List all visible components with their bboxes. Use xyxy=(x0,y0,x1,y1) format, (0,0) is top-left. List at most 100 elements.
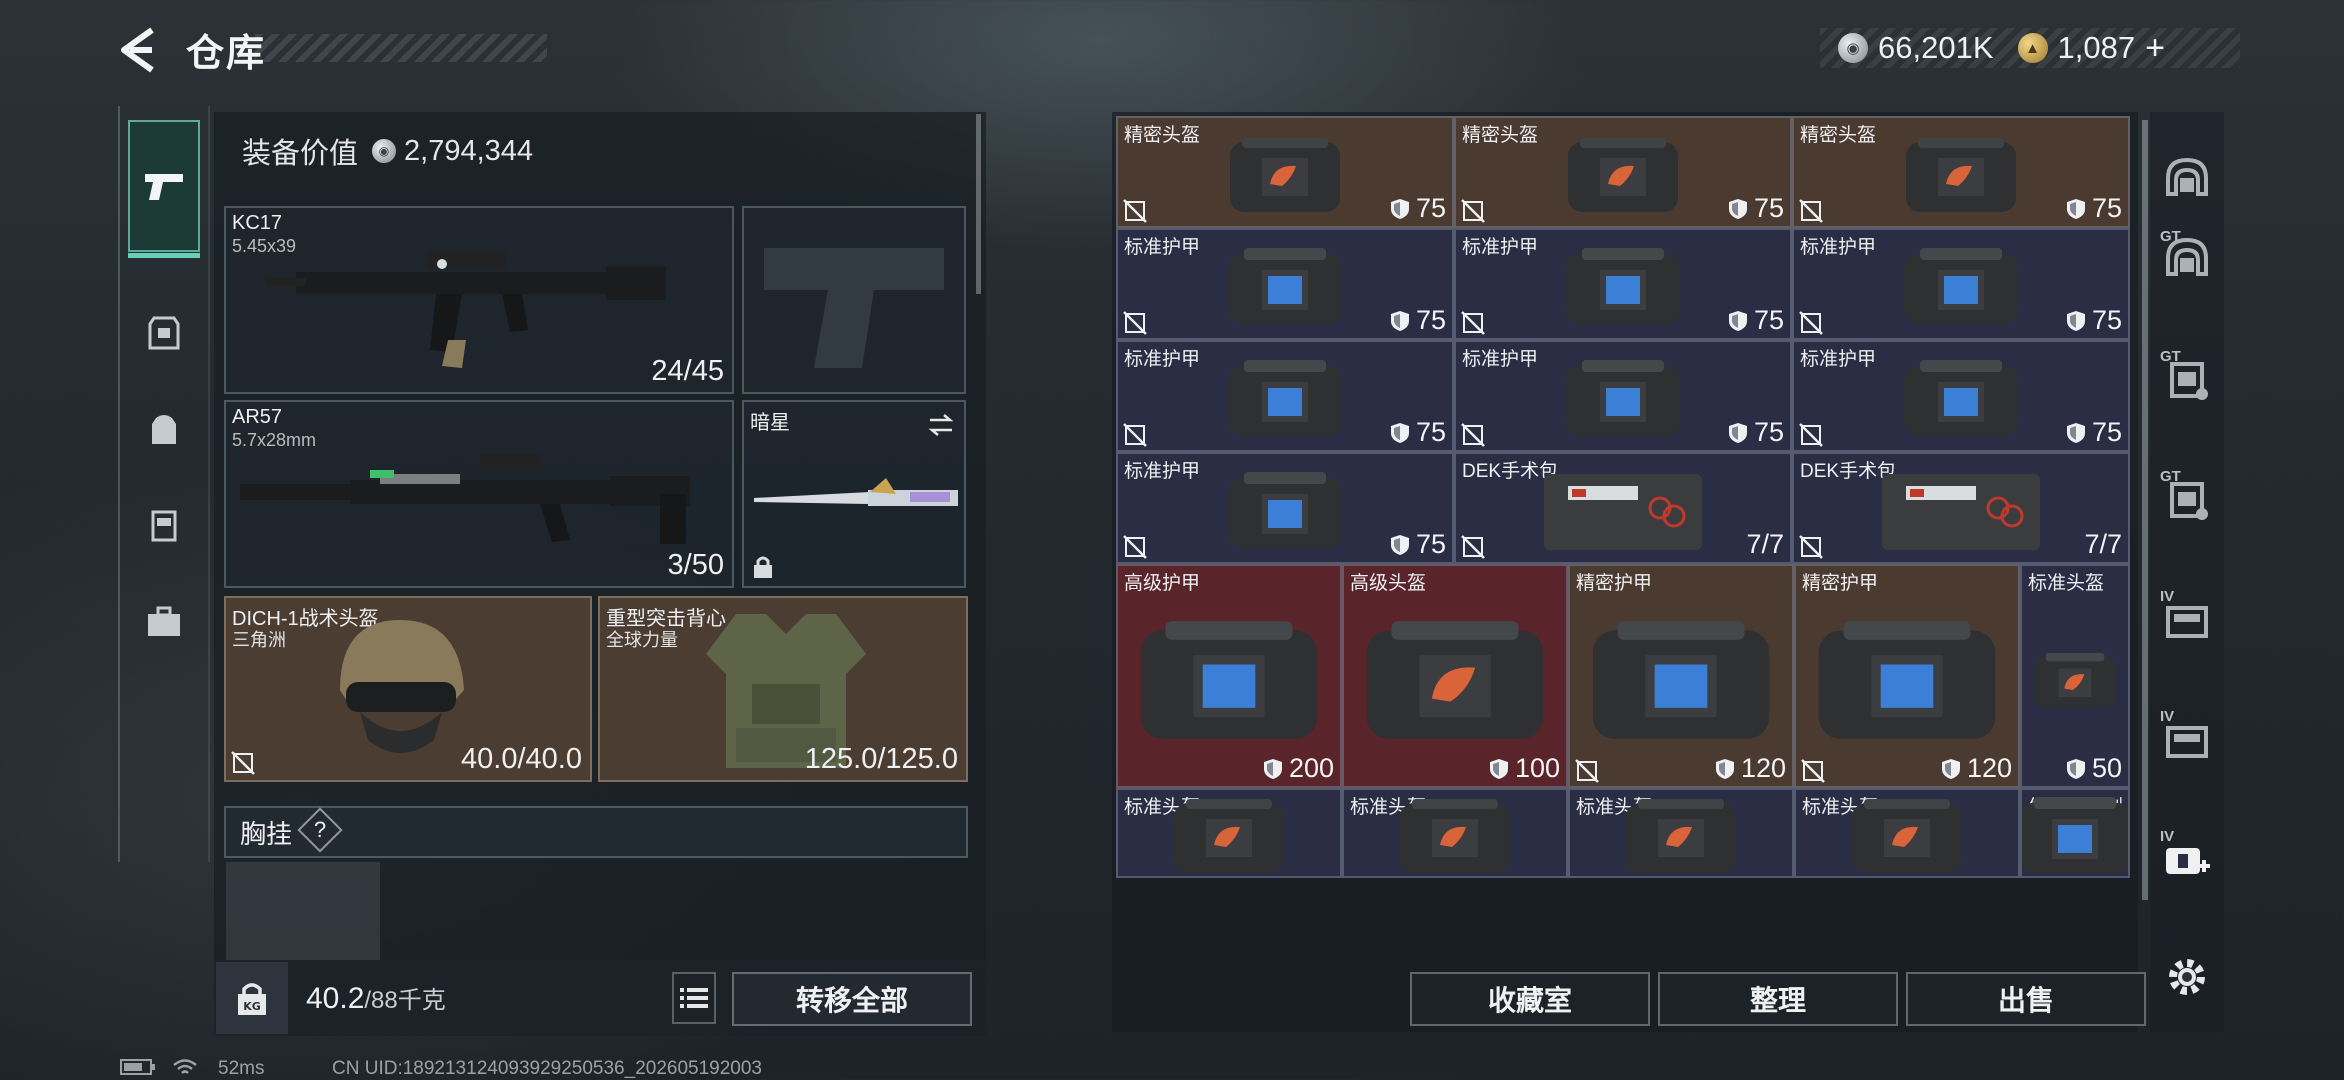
back-button[interactable] xyxy=(112,22,168,78)
wifi-icon xyxy=(172,1058,198,1080)
inventory-item[interactable]: 标准头盔 xyxy=(1568,788,1794,878)
armor-class-icon xyxy=(1728,310,1747,331)
uid-text: CN UID:189213124093929250536_20260519200… xyxy=(332,1058,762,1079)
item-value-text: 50 xyxy=(2091,753,2122,783)
item-value-text: 75 xyxy=(1415,305,1446,335)
helmet-case-image xyxy=(2034,653,2116,708)
inventory-item[interactable]: 标准护甲 75 xyxy=(1792,228,2130,340)
secondary-weapon-slot[interactable]: AR57 5.7x28mm 3/50 xyxy=(224,400,734,588)
list-view-button[interactable] xyxy=(672,972,716,1024)
inventory-item[interactable]: DEK手术包7/7 xyxy=(1792,452,2130,564)
melee-slot[interactable]: 暗星 xyxy=(742,400,966,588)
inventory-item[interactable]: 标准护甲 75 xyxy=(1116,228,1454,340)
armor-case-image xyxy=(1140,621,1318,740)
filter-armor-button[interactable]: GT xyxy=(2154,466,2220,532)
sell-button[interactable]: 出售 xyxy=(1906,972,2146,1026)
no-trade-icon xyxy=(1461,199,1485,223)
item-value-text: 75 xyxy=(2091,193,2122,223)
capacity-lock-button[interactable]: KG xyxy=(216,962,288,1034)
no-trade-icon xyxy=(231,751,255,775)
item-name: 精密护甲 xyxy=(1576,573,1653,594)
inventory-item[interactable]: 高级头盔 100 xyxy=(1342,564,1568,788)
equipment-value: 装备价值 ◉ 2,794,344 xyxy=(242,130,533,172)
inventory-item[interactable]: 标准头盔 xyxy=(1342,788,1568,878)
inventory-item[interactable]: 精密头盔 75 xyxy=(1116,116,1454,228)
collection-button[interactable]: 收藏室 xyxy=(1410,972,1650,1026)
swap-icon[interactable] xyxy=(926,412,956,438)
backpack-icon xyxy=(152,415,176,444)
inventory-item[interactable]: 标准护甲 75 xyxy=(1792,340,2130,452)
armor-class-icon xyxy=(1941,758,1960,779)
equipment-value-label: 装备价值 xyxy=(242,138,359,170)
item-value: 7/7 xyxy=(2084,529,2122,560)
inventory-item[interactable]: 精密护甲 120 xyxy=(1568,564,1794,788)
item-value-text: 120 xyxy=(1966,753,2012,783)
silver-amount: 66,201K xyxy=(1878,30,1994,65)
tab-firearm[interactable] xyxy=(128,120,200,258)
inventory-item[interactable]: 标准头盔 xyxy=(1116,788,1342,878)
transfer-all-button[interactable]: 转移全部 xyxy=(732,972,972,1026)
inventory-item[interactable]: 标准头盔 50 xyxy=(2020,564,2130,788)
no-trade-icon xyxy=(1461,423,1485,447)
item-name: 高级护甲 xyxy=(1124,573,1201,594)
help-icon[interactable]: ? xyxy=(304,814,336,846)
item-name: 标准护甲 xyxy=(1800,237,1877,258)
inventory-item[interactable]: 标准护甲 75 xyxy=(1454,228,1792,340)
sort-button[interactable]: 整理 xyxy=(1658,972,1898,1026)
inventory-item[interactable]: 精密护甲 120 xyxy=(1794,564,2020,788)
surgery-kit-image xyxy=(1882,474,2040,551)
tab-armor[interactable] xyxy=(128,298,200,370)
filter-case-button[interactable]: IV xyxy=(2154,586,2220,652)
inventory-item[interactable]: 标准护甲 75 xyxy=(1116,452,1454,564)
item-name: 标准护甲 xyxy=(1124,461,1201,482)
inventory-item[interactable]: 标准护甲 75 xyxy=(1454,340,1792,452)
tab-backpack[interactable] xyxy=(128,394,200,466)
armor-class-icon xyxy=(1728,422,1747,443)
weapon-name: AR57 xyxy=(232,406,283,428)
armor-class-icon xyxy=(2066,758,2085,779)
filter-armor-button[interactable]: GT xyxy=(2154,346,2220,412)
no-trade-icon xyxy=(1461,535,1485,559)
item-name: 标准头盔 xyxy=(2028,573,2105,594)
filter-helmet-button[interactable] xyxy=(2154,146,2220,212)
equipment-value-amount: 2,794,344 xyxy=(404,134,534,167)
no-trade-icon xyxy=(1461,311,1485,335)
filter-helmet-button[interactable]: GT xyxy=(2154,226,2220,292)
inventory-item[interactable]: 精密头盔 75 xyxy=(1792,116,2130,228)
rifle-image xyxy=(266,252,666,368)
filter-medkit-button[interactable]: IV xyxy=(2154,826,2220,892)
inventory-item[interactable]: 精密头盔 75 xyxy=(1454,116,1792,228)
armor-icon xyxy=(148,316,180,350)
inventory-item[interactable]: 标准护甲 75 xyxy=(1116,340,1454,452)
inventory-item[interactable]: 标准头盔 xyxy=(1794,788,2020,878)
tab-case[interactable] xyxy=(128,586,200,658)
armor-case-image xyxy=(1818,621,1996,740)
item-value: 75 xyxy=(2066,193,2122,224)
inventory-scrollbar[interactable] xyxy=(2142,120,2148,900)
helmet-icon xyxy=(2166,157,2208,196)
ping-text: 52ms xyxy=(218,1058,265,1079)
vest-slot[interactable]: 重型突击背心 全球力量 125.0/125.0 xyxy=(598,596,968,782)
filter-gear-button[interactable] xyxy=(2154,944,2220,1010)
filter-case-button[interactable]: IV xyxy=(2154,706,2220,772)
armor-class-icon xyxy=(1390,198,1409,219)
page-title: 仓库 xyxy=(186,33,267,75)
helmet-slot[interactable]: DICH-1战术头盔 三角洲 40.0/40.0 xyxy=(224,596,592,782)
item-value-text: 75 xyxy=(1753,417,1784,447)
tab-chest-rig[interactable] xyxy=(128,490,200,562)
primary-weapon-slot[interactable]: KC17 5.45x39 24/45 xyxy=(224,206,734,394)
item-name: 标准护甲 xyxy=(1124,237,1201,258)
item-value: 75 xyxy=(1390,193,1446,224)
add-currency-button[interactable]: + xyxy=(2145,29,2165,68)
item-value-text: 75 xyxy=(2091,417,2122,447)
weapon-ammo-count: 24/45 xyxy=(651,355,724,387)
inventory-item[interactable]: DEK手术包7/7 xyxy=(1454,452,1792,564)
armor-class-icon xyxy=(1728,198,1747,219)
chest-rig-icon xyxy=(151,510,177,542)
sidearm-slot-empty[interactable] xyxy=(742,206,966,394)
gear-icon xyxy=(2169,959,2205,995)
pistol-icon xyxy=(145,174,183,200)
inventory-item[interactable]: 体能强化剂 xyxy=(2020,788,2130,878)
inventory-item[interactable]: 高级护甲 200 xyxy=(1116,564,1342,788)
equipment-scrollbar[interactable] xyxy=(976,114,981,294)
